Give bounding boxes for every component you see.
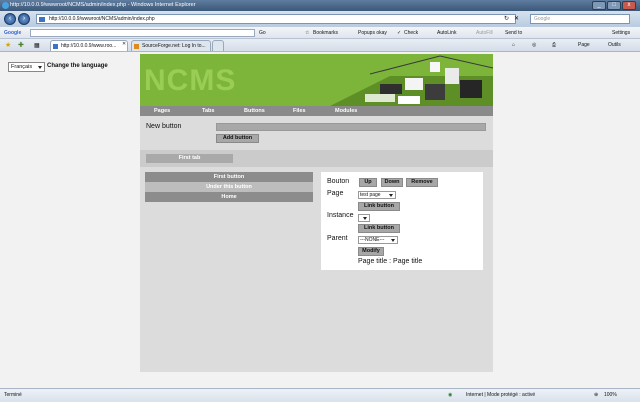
quick-tabs-icon[interactable]: ▦ [34,42,40,49]
page-icon [39,17,45,22]
chevron-down-icon [391,239,395,242]
ncms-logo: NCMS [144,64,237,97]
search-input[interactable]: Google [530,14,630,24]
globe-icon: ◉ [448,392,453,398]
modify-button[interactable]: Modify [358,247,384,256]
status-bar: Terminé ◉ Internet | Mode protégé : acti… [0,388,640,402]
tools-menu[interactable]: Outils [608,39,621,52]
minimize-button[interactable]: _ [592,1,606,10]
go-button[interactable]: Go [259,27,266,39]
bouton-label: Bouton [327,178,350,185]
favorites-star-icon[interactable]: ★ [5,41,11,49]
nav-modules[interactable]: Modules [335,106,357,116]
nav-tabs[interactable]: Tabs [202,106,214,116]
ie-logo-icon [2,2,9,9]
send-to-button[interactable]: Send to [505,27,522,39]
tab-first-tab[interactable]: First tab [146,154,233,163]
settings-button[interactable]: Settings [612,27,630,39]
check-button[interactable]: Check [404,27,418,39]
parent-select[interactable]: ---NONE--- [358,236,398,244]
chevron-down-icon [363,217,367,220]
zoom-level[interactable]: 100% [604,389,617,402]
button-edit-panel: Bouton Up Down Remove Page test page Lin… [321,172,483,270]
instance-label: Instance [327,212,354,219]
print-icon[interactable]: ⎙ [552,39,556,52]
tab-sourceforge[interactable]: SourceForge.net: Log In to... [131,40,211,51]
parent-label: Parent [327,235,348,242]
list-item-first-button[interactable]: First button [145,172,313,182]
page-select[interactable]: test page [358,191,396,199]
maximize-button[interactable]: □ [607,1,621,10]
title-bar: http://10.0.0.9/wwwroot/NCMS/admin/index… [0,0,640,11]
link-button-instance[interactable]: Link button [358,224,400,233]
autofill-button[interactable]: AutoFill [476,27,493,39]
page-title-text: Page title : Page title [358,258,423,265]
google-toolbar: Google Go ☆ Bookmarks Popups okay ✓ Chec… [0,27,640,39]
feeds-icon[interactable]: ◎ [532,39,536,52]
refresh-icon[interactable]: ↻ [504,15,509,22]
status-text: Terminé [4,392,22,398]
popups-button[interactable]: Popups okay [358,27,387,39]
language-select[interactable]: Français [8,62,45,72]
address-bar: ‹ › http://10.0.0.9/wwwroot/NCMS/admin/i… [0,11,640,27]
new-button-label: New button [146,123,182,130]
sourceforge-icon [134,44,139,49]
google-toolbar-logo: Google [4,30,22,36]
star-icon[interactable]: ☆ [305,27,309,39]
up-button[interactable]: Up [359,178,377,187]
page-label: Page [327,190,344,197]
tab-bar: ★ ✚ ▦ http://10.0.0.9/www.roo... ✕ Sourc… [0,39,640,52]
down-button[interactable]: Down [381,178,403,187]
bookmarks-menu[interactable]: Bookmarks [313,27,338,39]
page-menu[interactable]: Page [578,39,590,52]
stop-icon[interactable]: ✕ [514,15,519,22]
main-nav: Pages Tabs Buttons Files Modules [140,106,493,116]
window-title: http://10.0.0.9/wwwroot/NCMS/admin/index… [10,2,196,8]
list-item-home[interactable]: Home [145,192,313,202]
instance-select[interactable] [358,214,370,222]
add-button[interactable]: Add button [216,134,259,143]
nav-pages[interactable]: Pages [154,106,170,116]
google-search-input[interactable] [30,29,255,37]
close-button[interactable]: x [622,1,636,10]
autolink-button[interactable]: AutoLink [437,27,456,39]
new-tab-button[interactable] [212,40,224,51]
chevron-down-icon [38,66,42,69]
url-input[interactable]: http://10.0.0.9/wwwroot/NCMS/admin/index… [36,14,516,24]
change-language-link[interactable]: Change the language [47,63,108,69]
list-item-under-this-button[interactable]: Under this button [145,182,313,192]
close-tab-icon[interactable]: ✕ [122,41,126,47]
nav-buttons[interactable]: Buttons [244,106,265,116]
forward-button[interactable]: › [18,13,30,25]
link-button-page[interactable]: Link button [358,202,400,211]
zoom-icon[interactable]: ⊕ [594,389,598,402]
tab-ncms-admin[interactable]: http://10.0.0.9/www.roo... [50,40,128,51]
home-icon[interactable]: ⌂ [512,39,515,52]
remove-button[interactable]: Remove [406,178,438,187]
chevron-down-icon [389,194,393,197]
zone-text: Internet | Mode protégé : activé [466,392,536,398]
nav-files[interactable]: Files [293,106,306,116]
add-favorite-icon[interactable]: ✚ [18,41,24,49]
page-icon [53,44,58,49]
new-button-input[interactable] [216,123,486,131]
back-button[interactable]: ‹ [4,13,16,25]
check-icon[interactable]: ✓ [397,27,401,39]
